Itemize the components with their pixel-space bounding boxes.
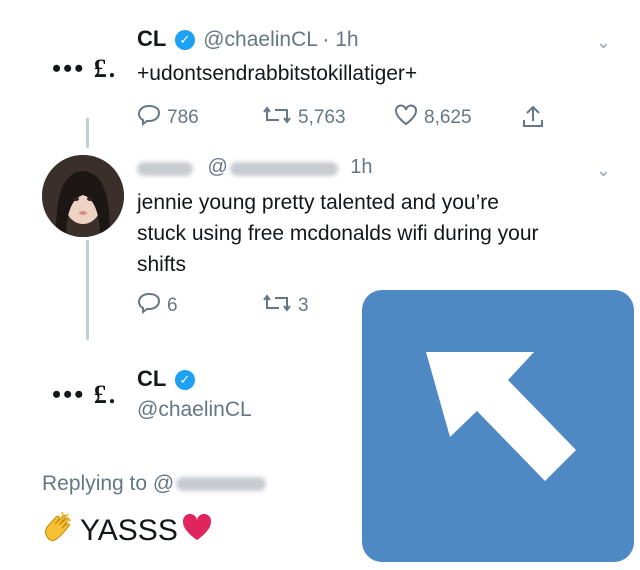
retweet-icon (262, 292, 292, 320)
tweet2-time[interactable]: 1h (350, 156, 372, 178)
tweet2-text-line2: stuck using free mcdonalds wifi during y… (137, 222, 539, 245)
redacted-handle (229, 161, 338, 176)
cl-logo: ••• £. (52, 380, 117, 410)
retweet-icon (262, 104, 292, 132)
arrow-overlay (362, 290, 634, 562)
tweet1-header: CL ✓ @chaelinCL · 1h (137, 26, 359, 52)
like-icon (394, 104, 418, 132)
tweet1-handle[interactable]: @chaelinCL (203, 28, 318, 51)
tweet1-reply-count: 786 (167, 107, 199, 128)
tweet1-retweet-count: 5,763 (298, 107, 346, 128)
tweet3-header: CL ✓ @chaelinCL (137, 366, 252, 422)
cl-logo-text: ••• £. (52, 54, 118, 83)
chevron-down-icon[interactable]: ⌄ (596, 32, 611, 53)
tweet1-time[interactable]: · 1h (322, 28, 358, 51)
tweet1-reply-action[interactable]: 786 (137, 104, 199, 132)
tweet3-handle[interactable]: @chaelinCL (137, 398, 252, 422)
tweet2-text-line3: shifts (137, 253, 187, 276)
reply-text: YASSS (80, 514, 178, 547)
cl-logo-text: ••• £. (52, 380, 118, 409)
replying-to: Replying to @ (42, 472, 267, 496)
chevron-down-icon[interactable]: ⌄ (596, 160, 611, 181)
avatar[interactable] (42, 155, 124, 237)
tweet2-reply-action[interactable]: 6 (137, 292, 178, 320)
tweet1-name[interactable]: CL (137, 26, 166, 51)
cl-logo: ••• £. (52, 54, 117, 84)
tweet1-retweet-action[interactable]: 5,763 (262, 104, 346, 132)
heart-emoji-icon (182, 513, 212, 549)
tweet3-reply: YASSS (42, 510, 212, 552)
tweet1-text: +udontsendrabbitstokillatiger+ (137, 62, 418, 85)
replying-to-label: Replying to @ (42, 472, 175, 495)
clap-emoji-icon (42, 510, 76, 552)
reply-icon (137, 104, 161, 132)
tweet1-like-count: 8,625 (424, 107, 472, 128)
tweet2-retweet-count: 3 (298, 295, 309, 316)
reply-icon (137, 292, 161, 320)
arrow-up-left-icon (362, 352, 634, 566)
verified-icon: ✓ (174, 370, 195, 390)
tweet2-header: @ 1h (137, 156, 372, 179)
tweet3-name[interactable]: CL (137, 366, 166, 391)
redacted-reply-handle (176, 477, 267, 492)
verified-icon: ✓ (174, 30, 195, 50)
tweet1-like-action[interactable]: 8,625 (394, 104, 472, 132)
tweet2-retweet-action[interactable]: 3 (262, 292, 309, 320)
share-icon[interactable] (520, 104, 546, 135)
redacted-name (137, 161, 193, 176)
thread-line-bottom (86, 240, 89, 340)
tweet2-text: jennie young pretty talented and you’re … (137, 187, 539, 280)
tweet2-text-line1: jennie young pretty talented and you’re (137, 191, 499, 214)
tweet2-reply-count: 6 (167, 295, 178, 316)
thread-line-top (86, 118, 89, 148)
